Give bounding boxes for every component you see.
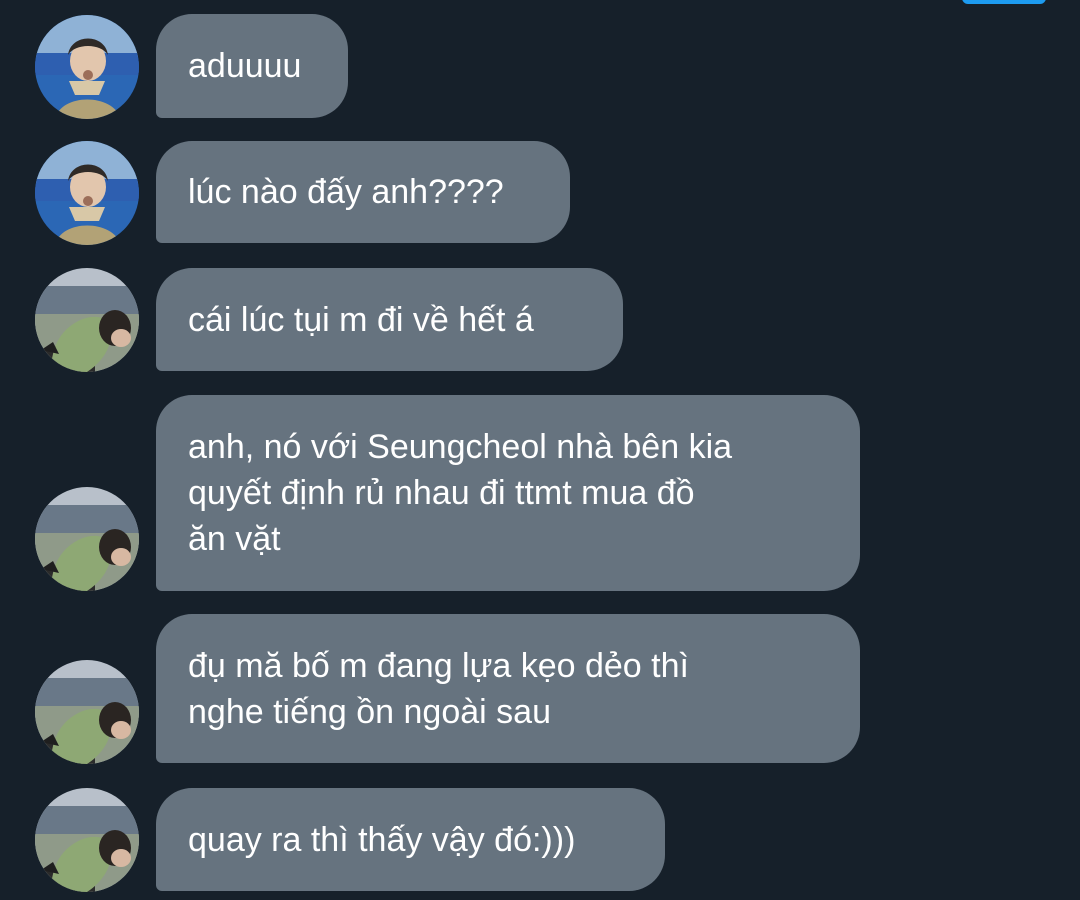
message-bubble[interactable]: đụ mă bố m đang lựa kẹo dẻo thì nghe tiế… <box>156 614 860 763</box>
avatar[interactable] <box>35 487 139 591</box>
message-text: anh, nó với Seungcheol nhà bên kia quyết… <box>188 428 733 558</box>
message-bubble[interactable]: lúc nào đấy anh???? <box>156 141 570 243</box>
message-bubble[interactable]: anh, nó với Seungcheol nhà bên kia quyết… <box>156 395 860 591</box>
avatar[interactable] <box>35 268 139 372</box>
message-text: đụ mă bố m đang lựa kẹo dẻo thì nghe tiế… <box>188 646 689 731</box>
avatar[interactable] <box>35 141 139 245</box>
message-bubble[interactable]: cái lúc tụi m đi về hết á <box>156 268 623 371</box>
message-thread: aduuuu lúc nào đấy anh???? cái lúc tụi m… <box>0 0 1080 900</box>
message-text: lúc nào đấy anh???? <box>188 173 504 211</box>
message-text: quay ra thì thấy vậy đó:))) <box>188 820 576 859</box>
avatar[interactable] <box>35 788 139 892</box>
message-text: aduuuu <box>188 47 302 85</box>
avatar[interactable] <box>35 660 139 764</box>
message-bubble[interactable]: aduuuu <box>156 14 348 118</box>
avatar[interactable] <box>35 15 139 119</box>
message-bubble[interactable]: quay ra thì thấy vậy đó:))) <box>156 788 665 891</box>
message-text: cái lúc tụi m đi về hết á <box>188 300 534 339</box>
